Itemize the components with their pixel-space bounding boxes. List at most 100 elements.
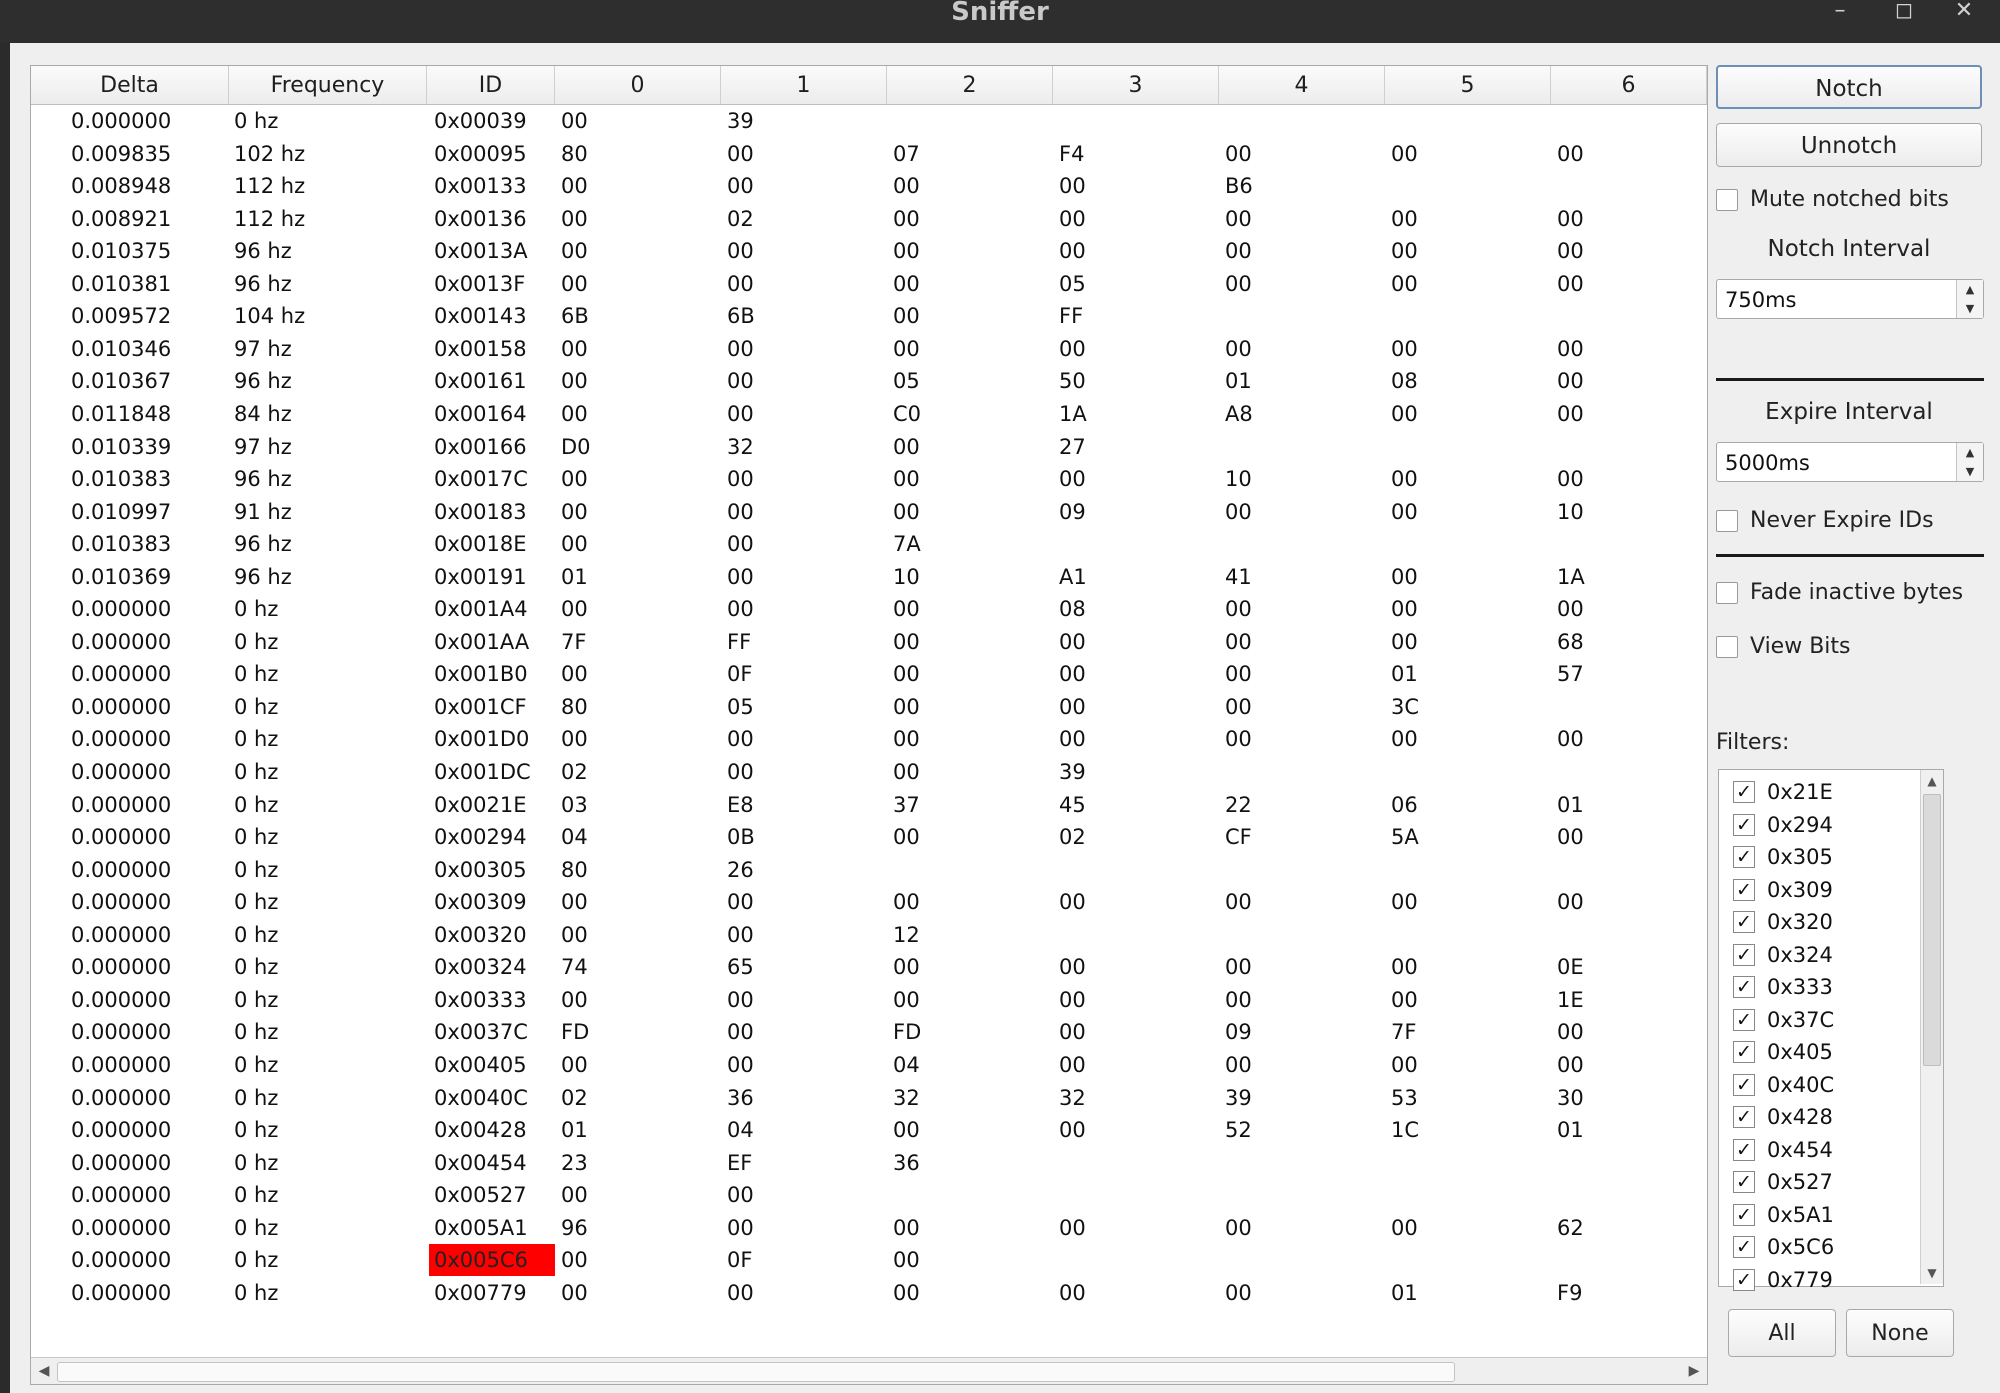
filter-checkbox[interactable]: ✓ — [1733, 878, 1755, 901]
scroll-up-icon[interactable]: ▲ — [1921, 770, 1943, 792]
table-row[interactable]: 0.010369 96 hz 0x00191 01 00 10 A1 41 00 1A — [31, 561, 1707, 593]
column-header[interactable]: 4 — [1219, 66, 1385, 104]
table-row[interactable]: 0.000000 0 hz 0x00324 74 65 00 00 00 00 0E — [31, 951, 1707, 983]
table-row[interactable]: 0.009835 102 hz 0x00095 80 00 07 F4 00 00 00 — [31, 138, 1707, 170]
notch-button[interactable]: Notch — [1716, 65, 1982, 109]
byte-cell: 50 — [1059, 369, 1086, 394]
column-header[interactable]: Delta — [31, 66, 229, 104]
byte-cell: 00 — [1225, 499, 1252, 524]
table-row[interactable]: 0.000000 0 hz 0x00309 00 00 00 00 00 00 00 — [31, 886, 1707, 918]
filter-checkbox[interactable]: ✓ — [1733, 1106, 1755, 1128]
spin-arrows[interactable]: ▲ ▼ — [1956, 280, 1983, 318]
notch-interval-spinbox[interactable]: 750ms ▲ ▼ — [1716, 279, 1984, 319]
filter-checkbox[interactable]: ✓ — [1733, 911, 1755, 933]
filter-checkbox[interactable]: ✓ — [1733, 976, 1755, 998]
byte-cell: 00 — [893, 760, 920, 784]
scroll-down-icon[interactable]: ▼ — [1921, 1262, 1943, 1284]
column-header[interactable]: Frequency — [229, 66, 427, 104]
table-row[interactable]: 0.000000 0 hz 0x001CF 80 05 00 00 00 3C — [31, 691, 1707, 723]
table-row[interactable]: 0.008948 112 hz 0x00133 00 00 00 00 B6 — [31, 170, 1707, 202]
checkbox-box[interactable] — [1716, 582, 1738, 604]
table-row[interactable]: 0.010997 91 hz 0x00183 00 00 00 09 00 00 10 — [31, 496, 1707, 528]
horizontal-scroll-thumb[interactable] — [57, 1362, 1455, 1382]
table-row[interactable]: 0.000000 0 hz 0x00454 23 EF 36 — [31, 1147, 1707, 1179]
horizontal-scrollbar[interactable]: ◀ ▶ — [31, 1357, 1707, 1384]
expire-interval-spinbox[interactable]: 5000ms ▲ ▼ — [1716, 442, 1984, 482]
table-row[interactable]: 0.000000 0 hz 0x00527 00 00 — [31, 1179, 1707, 1211]
delta-cell: 0.000000 — [71, 1085, 172, 1110]
table-row[interactable]: 0.010383 96 hz 0x0017C 00 00 00 00 10 00 00 — [31, 463, 1707, 495]
table-row[interactable]: 0.000000 0 hz 0x005A1 96 00 00 00 00 00 62 — [31, 1212, 1707, 1244]
filter-checkbox[interactable]: ✓ — [1733, 1138, 1755, 1161]
filter-checkbox[interactable]: ✓ — [1733, 1203, 1755, 1226]
filters-scrollbar[interactable]: ▲ ▼ — [1920, 770, 1943, 1284]
column-header[interactable]: 5 — [1385, 66, 1551, 104]
column-header[interactable]: 1 — [721, 66, 887, 104]
table-row[interactable]: 0.000000 0 hz 0x00405 00 00 04 00 00 00 00 — [31, 1049, 1707, 1081]
table-row[interactable]: 0.010375 96 hz 0x0013A 00 00 00 00 00 00 00 — [31, 235, 1707, 267]
table-row[interactable]: 0.010339 97 hz 0x00166 D0 32 00 27 — [31, 431, 1707, 463]
table-row[interactable]: 0.000000 0 hz 0x00294 04 0B 00 02 CF 5A 00 — [31, 821, 1707, 853]
spin-down-icon[interactable]: ▼ — [1957, 299, 1983, 318]
column-header[interactable]: 2 — [887, 66, 1053, 104]
unnotch-button[interactable]: Unnotch — [1716, 123, 1982, 167]
table-row[interactable]: 0.009572 104 hz 0x00143 6B 6B 00 FF — [31, 300, 1707, 332]
scroll-right-icon[interactable]: ▶ — [1683, 1360, 1705, 1382]
table-row[interactable]: 0.010346 97 hz 0x00158 00 00 00 00 00 00 00 — [31, 333, 1707, 365]
filters-none-button[interactable]: None — [1846, 1309, 1954, 1357]
table-row[interactable]: 0.000000 0 hz 0x0021E 03 E8 37 45 22 06 01 — [31, 789, 1707, 821]
table-row[interactable]: 0.000000 0 hz 0x00320 00 00 12 — [31, 919, 1707, 951]
table-row[interactable]: 0.000000 0 hz 0x001AA 7F FF 00 00 00 00 68 — [31, 626, 1707, 658]
filter-checkbox[interactable]: ✓ — [1733, 1041, 1755, 1063]
spin-up-icon[interactable]: ▲ — [1957, 280, 1983, 299]
table-row[interactable]: 0.010367 96 hz 0x00161 00 00 05 50 01 08 00 — [31, 365, 1707, 397]
filters-scroll-thumb[interactable] — [1923, 794, 1941, 1066]
filter-checkbox[interactable]: ✓ — [1733, 846, 1755, 868]
table-row[interactable]: 0.000000 0 hz 0x0037C FD 00 FD 00 09 7F 00 — [31, 1016, 1707, 1048]
table-row[interactable]: 0.011848 84 hz 0x00164 00 00 C0 1A A8 00 00 — [31, 398, 1707, 430]
table-row[interactable]: 0.000000 0 hz 0x00039 00 39 — [31, 105, 1707, 137]
checkbox-box[interactable] — [1716, 636, 1738, 658]
table-row[interactable]: 0.000000 0 hz 0x001DC 02 00 00 39 — [31, 756, 1707, 788]
byte-cell: 7F — [1391, 1020, 1417, 1045]
filter-checkbox[interactable]: ✓ — [1733, 1073, 1755, 1096]
filter-checkbox[interactable]: ✓ — [1733, 1008, 1755, 1031]
filter-checkbox[interactable]: ✓ — [1733, 813, 1755, 836]
table-row[interactable]: 0.010383 96 hz 0x0018E 00 00 7A — [31, 528, 1707, 560]
spin-arrows[interactable]: ▲ ▼ — [1956, 443, 1983, 481]
filters-all-button[interactable]: All — [1728, 1309, 1836, 1357]
minimize-icon[interactable]: – — [1820, 0, 1860, 24]
table-row[interactable]: 0.000000 0 hz 0x001D0 00 00 00 00 00 00 00 — [31, 723, 1707, 755]
byte-cell: 00 — [727, 401, 754, 426]
column-header[interactable]: 0 — [555, 66, 721, 104]
table-row[interactable]: 0.000000 0 hz 0x00333 00 00 00 00 00 00 1E — [31, 984, 1707, 1016]
notch-interval-value[interactable]: 750ms — [1725, 280, 1796, 320]
column-header[interactable]: ID — [427, 66, 555, 104]
table-row[interactable]: 0.000000 0 hz 0x00779 00 00 00 00 00 01 F9 — [31, 1277, 1707, 1309]
filter-checkbox[interactable]: ✓ — [1733, 943, 1755, 966]
table-row[interactable]: 0.000000 0 hz 0x001A4 00 00 00 08 00 00 00 — [31, 593, 1707, 625]
filter-checkbox[interactable]: ✓ — [1733, 1171, 1755, 1193]
spin-down-icon[interactable]: ▼ — [1957, 462, 1983, 481]
table-row[interactable]: 0.000000 0 hz 0x005C6 00 0F 00 — [31, 1244, 1707, 1277]
table-row[interactable]: 0.000000 0 hz 0x00305 80 26 — [31, 854, 1707, 886]
filter-checkbox[interactable]: ✓ — [1733, 1236, 1755, 1258]
checkbox-box[interactable] — [1716, 510, 1738, 532]
table-row[interactable]: 0.000000 0 hz 0x001B0 00 0F 00 00 00 01 57 — [31, 658, 1707, 690]
scroll-left-icon[interactable]: ◀ — [33, 1360, 55, 1382]
filter-checkbox[interactable]: ✓ — [1733, 1268, 1755, 1291]
filter-checkbox[interactable]: ✓ — [1733, 781, 1755, 803]
column-header[interactable]: 3 — [1053, 66, 1219, 104]
table-row[interactable]: 0.008921 112 hz 0x00136 00 02 00 00 00 00 00 — [31, 203, 1707, 235]
expire-interval-value[interactable]: 5000ms — [1725, 443, 1810, 483]
checkbox-box[interactable] — [1716, 189, 1738, 211]
table-row[interactable]: 0.010381 96 hz 0x0013F 00 00 00 05 00 00 00 — [31, 268, 1707, 300]
close-icon[interactable]: ✕ — [1944, 0, 1984, 24]
sniffer-table[interactable]: Delta Frequency ID 0 1 2 3 4 5 6 0.000000 0 hz 0x00… — [30, 65, 1708, 1385]
table-row[interactable]: 0.000000 0 hz 0x0040C 02 36 32 32 39 53 30 — [31, 1082, 1707, 1114]
table-row[interactable]: 0.000000 0 hz 0x00428 01 04 00 00 52 1C 01 — [31, 1114, 1707, 1146]
filters-list[interactable]: ✓ 0x21E ✓ 0x294 ✓ 0x305 ✓ 0x309 ✓ 0x320 ✓ 0x324 ✓ 0x3… — [1718, 769, 1944, 1292]
spin-up-icon[interactable]: ▲ — [1957, 443, 1983, 462]
maximize-icon[interactable]: ◻ — [1884, 0, 1924, 24]
column-header[interactable]: 6 — [1551, 66, 1707, 104]
